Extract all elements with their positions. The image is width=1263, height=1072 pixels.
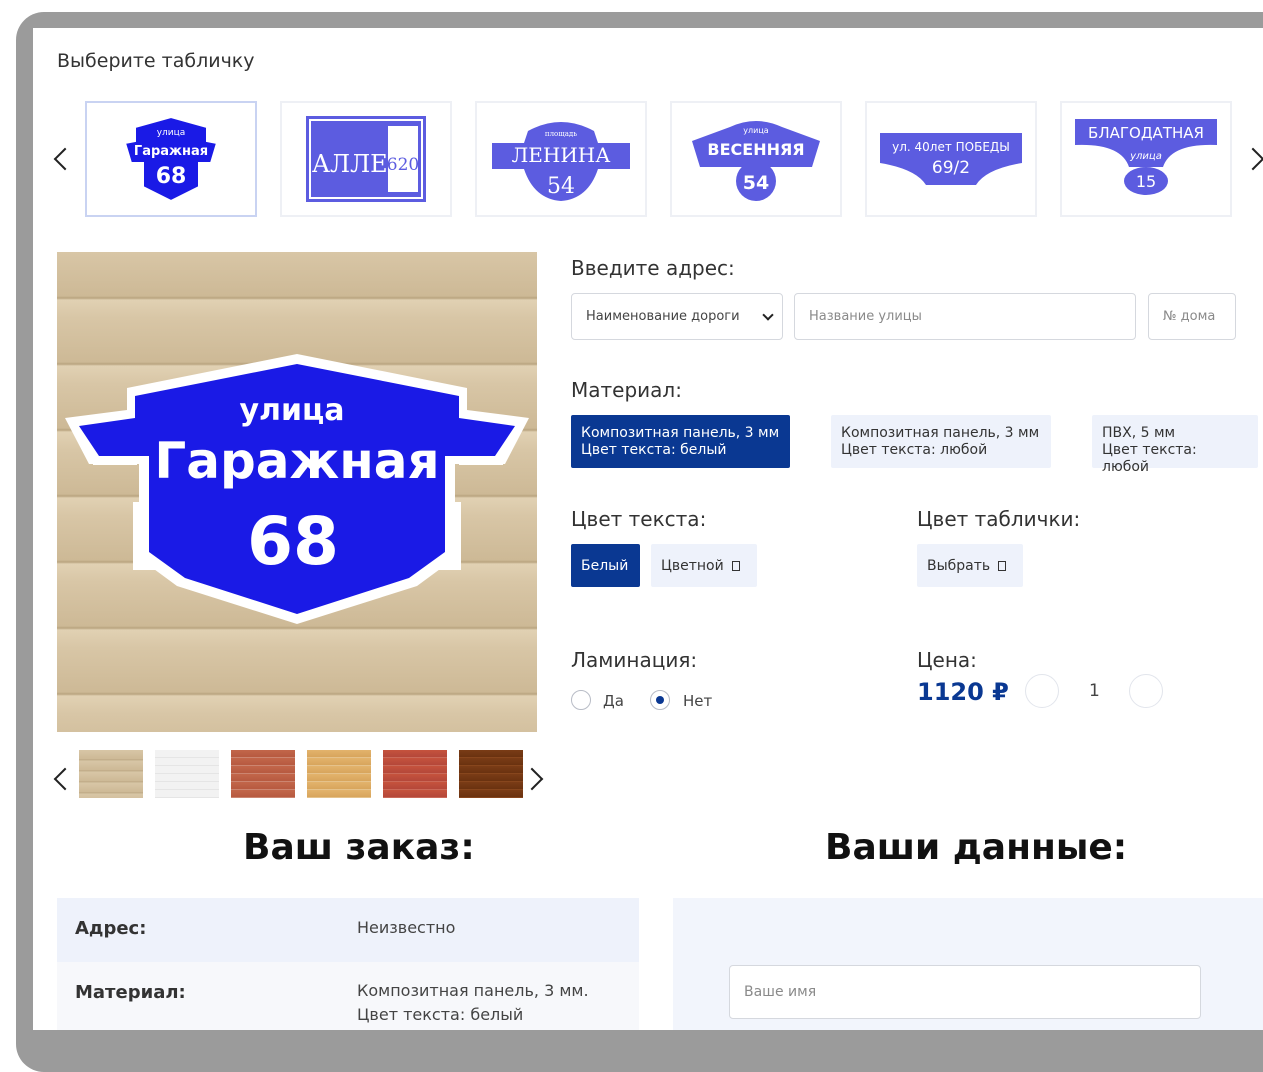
svg-text:620: 620 — [387, 155, 419, 175]
svg-text:ул. 40лет ПОБЕДЫ: ул. 40лет ПОБЕДЫ — [892, 140, 1010, 154]
order-row-material: Материал: Композитная панель, 3 мм. Цвет… — [57, 962, 639, 1030]
lamination-no-label: Нет — [683, 692, 713, 710]
text-color-white-button[interactable]: Белый — [571, 544, 640, 587]
sign-wide-icon: ул. 40лет ПОБЕДЫ 69/2 — [880, 133, 1022, 185]
svg-text:ВЕСЕННЯЯ: ВЕСЕННЯЯ — [707, 140, 804, 159]
sign-option-2[interactable]: 6 АЛЛЕЯ 620 — [280, 101, 452, 217]
sign-option-3[interactable]: площадь ЛЕНИНА 54 — [475, 101, 647, 217]
svg-text:площадь: площадь — [545, 130, 577, 138]
background-swatch-white-brick[interactable] — [155, 750, 219, 798]
svg-text:69/2: 69/2 — [932, 158, 970, 178]
sign-option-6[interactable]: БЛАГОДАТНАЯ улица 15 — [1060, 101, 1232, 217]
street-name-input[interactable]: Название улицы — [794, 293, 1136, 340]
preview-line3: 68 — [247, 503, 339, 580]
sign-color-choose-button[interactable]: Выбрать — [917, 544, 1023, 587]
background-swatch-wood[interactable] — [459, 750, 523, 798]
sign-option-4[interactable]: улица ВЕСЕННЯЯ 54 — [670, 101, 842, 217]
order-row-address: Адрес: Неизвестно — [57, 898, 639, 962]
customer-heading: Ваши данные: — [825, 827, 1128, 868]
quantity-increase-button[interactable] — [1129, 674, 1163, 708]
svg-text:15: 15 — [1136, 172, 1156, 191]
lamination-yes-radio[interactable] — [571, 690, 591, 710]
lamination-yes-label: Да — [603, 692, 624, 710]
carousel-prev-icon[interactable] — [53, 147, 77, 171]
carousel-next-icon[interactable] — [1241, 147, 1263, 171]
customer-name-input[interactable]: Ваше имя — [729, 965, 1201, 1019]
background-swatch-red-brick[interactable] — [231, 750, 295, 798]
order-heading: Ваш заказ: — [243, 827, 475, 868]
sign-option-5[interactable]: ул. 40лет ПОБЕДЫ 69/2 — [865, 101, 1037, 217]
sign-color-label: Цвет таблички: — [917, 507, 1081, 531]
preview-line2: Гаражная — [154, 432, 439, 490]
price-value: 1120 ₽ — [917, 678, 1009, 706]
color-swatch-icon — [998, 560, 1007, 571]
swatch-next-icon[interactable] — [520, 767, 544, 791]
svg-text:68: 68 — [156, 164, 187, 189]
svg-text:улица: улица — [743, 126, 768, 135]
price-label: Цена: — [917, 648, 977, 672]
quantity-value: 1 — [1089, 681, 1100, 701]
lamination-label: Ламинация: — [571, 648, 698, 672]
svg-text:54: 54 — [743, 172, 769, 194]
preview-line1: улица — [239, 393, 344, 428]
material-option-composite-any[interactable]: Композитная панель, 3 мм Цвет текста: лю… — [831, 415, 1051, 468]
svg-text:улица: улица — [157, 128, 186, 138]
svg-text:54: 54 — [547, 174, 575, 199]
sign-arch-icon: БЛАГОДАТНАЯ улица 15 — [1075, 119, 1217, 195]
svg-text:БЛАГОДАТНАЯ: БЛАГОДАТНАЯ — [1088, 124, 1204, 142]
chevron-down-icon — [762, 309, 774, 321]
sign-option-1[interactable]: улица Гаражная 68 — [85, 101, 257, 217]
swatch-prev-icon[interactable] — [53, 767, 77, 791]
sign-hexagon-icon: улица Гаражная 68 — [123, 115, 219, 203]
text-color-colored-button[interactable]: Цветной — [651, 544, 757, 587]
svg-text:ЛЕНИНА: ЛЕНИНА — [512, 143, 611, 167]
svg-text:улица: улица — [1129, 151, 1162, 162]
sign-banner-icon: улица ВЕСЕННЯЯ 54 — [692, 121, 820, 201]
choose-sign-title: Выберите табличку — [57, 50, 255, 72]
sign-rectangle-icon: 6 АЛЛЕЯ 620 — [304, 116, 426, 202]
road-type-select[interactable]: Наименование дороги — [571, 293, 783, 340]
preview-sign-graphic: улица Гаражная 68 — [65, 354, 529, 624]
text-color-label: Цвет текста: — [571, 507, 707, 531]
road-type-value: Наименование дороги — [586, 309, 740, 324]
background-swatch-siding[interactable] — [79, 750, 143, 798]
background-swatch-dark-red-brick[interactable] — [383, 750, 447, 798]
house-number-input[interactable]: № дома — [1148, 293, 1236, 340]
configurator-screen: Выберите табличку улица Гаражная 68 6 АЛ… — [33, 28, 1263, 1030]
address-label: Введите адрес: — [571, 256, 735, 280]
lamination-no-radio[interactable] — [650, 690, 670, 710]
material-option-pvc[interactable]: ПВХ, 5 мм Цвет текста: любой — [1092, 415, 1258, 475]
material-option-composite-white[interactable]: Композитная панель, 3 мм Цвет текста: бе… — [571, 415, 790, 468]
background-swatch-yellow-brick[interactable] — [307, 750, 371, 798]
sign-preview: улица Гаражная 68 — [57, 252, 537, 732]
color-swatch-icon — [731, 560, 740, 571]
material-label: Материал: — [571, 378, 682, 402]
quantity-decrease-button[interactable] — [1025, 674, 1059, 708]
sign-ornate-icon: площадь ЛЕНИНА 54 — [492, 122, 630, 201]
svg-text:Гаражная: Гаражная — [134, 144, 208, 159]
